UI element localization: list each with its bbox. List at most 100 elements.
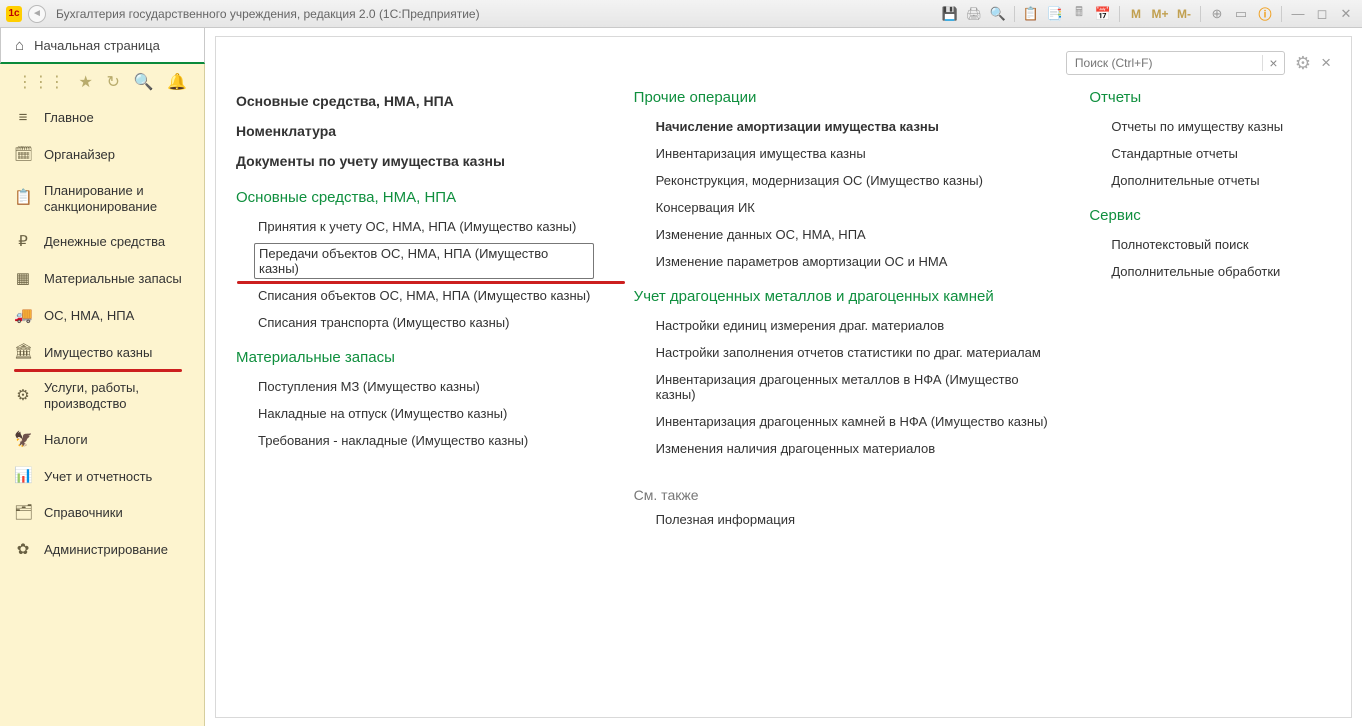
- start-page-tab[interactable]: ⌂ Начальная страница: [0, 28, 205, 64]
- link-item[interactable]: Принятия к учету ОС, НМА, НПА (Имущество…: [236, 216, 594, 237]
- book-icon[interactable]: ▭: [1231, 5, 1251, 23]
- sidebar-toolbar: ⋮⋮⋮ ★ ↻ 🔍 🔔: [0, 64, 204, 100]
- sidebar-item-services[interactable]: ⚙ Услуги, работы, производство: [0, 371, 204, 422]
- info-icon[interactable]: ⓘ: [1255, 5, 1275, 23]
- gear-icon[interactable]: ⚙: [1295, 53, 1311, 74]
- plan-icon: 📋: [14, 189, 32, 208]
- link-item[interactable]: Настройки заполнения отчетов статистики …: [634, 342, 1050, 363]
- m-button[interactable]: M: [1126, 5, 1146, 23]
- nav-label: Главное: [44, 110, 94, 126]
- section-header: Прочие операции: [634, 89, 1050, 106]
- start-page-label: Начальная страница: [34, 38, 160, 53]
- nav-label: Денежные средства: [44, 234, 165, 250]
- nav-label: Услуги, работы, производство: [44, 380, 190, 413]
- print-icon[interactable]: 🖨: [964, 5, 984, 23]
- top-link[interactable]: Основные средства, НМА, НПА: [236, 89, 594, 113]
- link-item[interactable]: Изменение данных ОС, НМА, НПА: [634, 224, 1050, 245]
- menu-icon: ≡: [14, 109, 32, 128]
- see-also-header: См. также: [634, 487, 1050, 503]
- nav-label: Имущество казны: [44, 345, 152, 361]
- nav-label: Администрирование: [44, 542, 168, 558]
- preview-icon[interactable]: 🔍: [988, 5, 1008, 23]
- section-header: Материальные запасы: [236, 349, 594, 366]
- m-plus-button[interactable]: M+: [1150, 5, 1170, 23]
- link-item[interactable]: Стандартные отчеты: [1089, 143, 1331, 164]
- section-header: Учет драгоценных металлов и драгоценных …: [634, 288, 1050, 305]
- section-header: Отчеты: [1089, 89, 1331, 106]
- nav-back-button[interactable]: ◄: [28, 5, 46, 23]
- panel-close-icon[interactable]: ×: [1321, 53, 1331, 73]
- search-clear-button[interactable]: ×: [1262, 55, 1284, 71]
- sidebar-item-treasury[interactable]: 🏛Имущество казны: [0, 334, 204, 371]
- section-header: Сервис: [1089, 207, 1331, 224]
- nav-label: Материальные запасы: [44, 271, 182, 287]
- titlebar: 1c ◄ Бухгалтерия государственного учрежд…: [0, 0, 1362, 28]
- m-minus-button[interactable]: M-: [1174, 5, 1194, 23]
- sidebar-item-refs[interactable]: 🗂 Справочники: [0, 495, 204, 532]
- link-item[interactable]: Инвентаризация драгоценных камней в НФА …: [634, 411, 1050, 432]
- save-icon[interactable]: 💾: [940, 5, 960, 23]
- link-transfer-assets[interactable]: Передачи объектов ОС, НМА, НПА (Имуществ…: [254, 243, 594, 279]
- sidebar-item-reports[interactable]: 📊Учет и отчетность: [0, 458, 204, 495]
- compare-icon[interactable]: 📑: [1045, 5, 1065, 23]
- section-header: Основные средства, НМА, НПА: [236, 189, 594, 206]
- sidebar-item-planning[interactable]: 📋 Планирование и санкционирование: [0, 174, 204, 225]
- search-input[interactable]: [1067, 56, 1262, 70]
- link-item[interactable]: Накладные на отпуск (Имущество казны): [236, 403, 594, 424]
- link-item[interactable]: Полнотекстовый поиск: [1089, 234, 1331, 255]
- nav-label: ОС, НМА, НПА: [44, 308, 134, 324]
- nav-label: Налоги: [44, 432, 88, 448]
- star-icon[interactable]: ★: [79, 72, 93, 92]
- bell-icon[interactable]: 🔔: [167, 72, 187, 92]
- search-box[interactable]: ×: [1066, 51, 1285, 75]
- truck-icon: 🚚: [14, 307, 32, 326]
- top-link[interactable]: Номенклатура: [236, 119, 594, 143]
- search-icon[interactable]: 🔍: [134, 72, 154, 92]
- nav-label: Планирование и санкционирование: [44, 183, 190, 216]
- link-item[interactable]: Требования - накладные (Имущество казны): [236, 430, 594, 451]
- flower-icon: ✿: [14, 541, 32, 560]
- app-logo-icon: 1c: [6, 6, 22, 22]
- link-item[interactable]: Инвентаризация драгоценных металлов в НФ…: [634, 369, 1050, 405]
- link-item[interactable]: Реконструкция, модернизация ОС (Имуществ…: [634, 170, 1050, 191]
- link-item[interactable]: Изменения наличия драгоценных материалов: [634, 438, 1050, 459]
- calendar-icon[interactable]: 📅: [1093, 5, 1113, 23]
- books-icon: 🗂: [14, 504, 32, 523]
- maximize-button[interactable]: ◻: [1312, 5, 1332, 23]
- link-item[interactable]: Начисление амортизации имущества казны: [634, 116, 1050, 137]
- link-item[interactable]: Дополнительные отчеты: [1089, 170, 1331, 191]
- link-item[interactable]: Настройки единиц измерения драг. материа…: [634, 315, 1050, 336]
- sidebar-item-assets[interactable]: 🚚 ОС, НМА, НПА: [0, 298, 204, 335]
- link-item[interactable]: Списания объектов ОС, НМА, НПА (Имуществ…: [236, 285, 594, 306]
- home-icon: ⌂: [15, 37, 24, 54]
- link-item[interactable]: Поступления МЗ (Имущество казны): [236, 376, 594, 397]
- nav-label: Справочники: [44, 505, 123, 521]
- sidebar-item-main[interactable]: ≡ Главное: [0, 100, 204, 137]
- sidebar-item-money[interactable]: ₽ Денежные средства: [0, 224, 204, 261]
- ruble-icon: ₽: [14, 233, 32, 252]
- clipboard-icon[interactable]: 📋: [1021, 5, 1041, 23]
- apps-icon[interactable]: ⋮⋮⋮: [17, 72, 65, 92]
- nav-label: Органайзер: [44, 147, 115, 163]
- link-item[interactable]: Инвентаризация имущества казны: [634, 143, 1050, 164]
- zoom-icon[interactable]: ⊕: [1207, 5, 1227, 23]
- eagle-icon: 🦅: [14, 431, 32, 450]
- sidebar-item-organizer[interactable]: 🗓 Органайзер: [0, 137, 204, 174]
- link-item[interactable]: Отчеты по имуществу казны: [1089, 116, 1331, 137]
- sidebar-item-stock[interactable]: ▦Материальные запасы: [0, 261, 204, 298]
- link-item[interactable]: Дополнительные обработки: [1089, 261, 1331, 282]
- chart-icon: 📊: [14, 467, 32, 486]
- sidebar-item-taxes[interactable]: 🦅 Налоги: [0, 422, 204, 459]
- calendar-nav-icon: 🗓: [14, 146, 32, 165]
- link-item[interactable]: Полезная информация: [634, 509, 1050, 530]
- link-item[interactable]: Списания транспорта (Имущество казны): [236, 312, 594, 333]
- close-button[interactable]: ✕: [1336, 5, 1356, 23]
- link-item[interactable]: Консервация ИК: [634, 197, 1050, 218]
- calc-icon[interactable]: 🖩: [1069, 5, 1089, 23]
- top-link[interactable]: Документы по учету имущества казны: [236, 149, 594, 173]
- link-item[interactable]: Изменение параметров амортизации ОС и НМ…: [634, 251, 1050, 272]
- gear-nav-icon: ⚙: [14, 387, 32, 406]
- minimize-button[interactable]: —: [1288, 5, 1308, 23]
- sidebar-item-admin[interactable]: ✿ Администрирование: [0, 532, 204, 569]
- history-icon[interactable]: ↻: [107, 72, 120, 92]
